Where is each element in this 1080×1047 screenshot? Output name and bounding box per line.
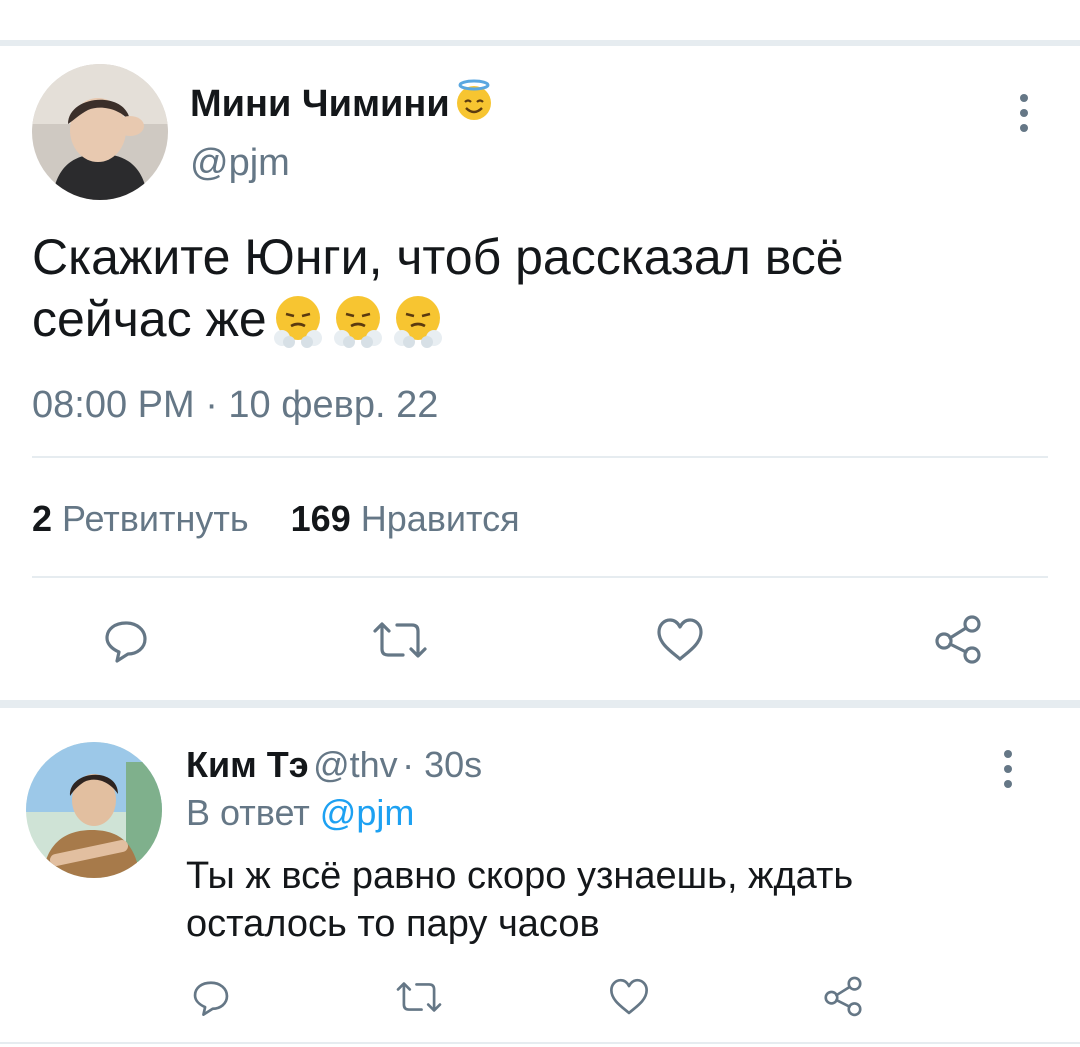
avatar[interactable] xyxy=(32,64,168,200)
like-icon xyxy=(610,978,648,1015)
like-stat[interactable]: 169 Нравится xyxy=(291,498,520,539)
avatar[interactable] xyxy=(26,742,162,878)
section-divider xyxy=(0,700,1080,708)
reply-icon xyxy=(193,981,229,1016)
share-icon xyxy=(824,976,862,1017)
reply-to-line: В ответ @pjm xyxy=(186,792,414,834)
like-count: 169 xyxy=(290,498,351,539)
divider xyxy=(32,456,1048,458)
reply-icon xyxy=(105,621,147,663)
share-icon xyxy=(935,615,981,664)
more-options-icon[interactable] xyxy=(1012,94,1036,132)
retweet-count: 2 xyxy=(32,498,53,539)
like-label: Нравится xyxy=(360,498,520,539)
author-handle[interactable]: @pjm xyxy=(190,142,290,185)
share-button[interactable] xyxy=(928,610,988,668)
tweet-text-line2: сейчас же xyxy=(32,288,1042,364)
reply-header: Ким Тэ @thv · 30s xyxy=(186,744,482,786)
retweet-button[interactable] xyxy=(392,972,446,1022)
smiling-face-with-halo-icon xyxy=(452,78,496,132)
reply-time: · 30s xyxy=(402,744,483,785)
retweet-label: Ретвитнуть xyxy=(62,498,249,539)
top-divider xyxy=(0,40,1080,46)
reply-button[interactable] xyxy=(186,972,236,1022)
bottom-divider xyxy=(0,1042,1080,1044)
face-with-steam-from-nose-icon xyxy=(329,292,387,364)
like-button[interactable] xyxy=(650,612,710,668)
face-with-steam-from-nose-icon xyxy=(269,292,327,364)
like-button[interactable] xyxy=(604,972,654,1022)
face-with-steam-from-nose-icon xyxy=(389,292,447,364)
share-button[interactable] xyxy=(818,970,868,1022)
reply-text-line2: осталось то пару часов xyxy=(186,903,600,945)
reply-author-handle[interactable]: @thv xyxy=(313,744,398,785)
reply-text-line1: Ты ж всё равно скоро узнаешь, ждать xyxy=(186,855,854,897)
author-name[interactable]: Мини Чимини xyxy=(190,78,496,132)
reply-to-handle[interactable]: @pjm xyxy=(320,792,415,833)
reply-author-name[interactable]: Ким Тэ xyxy=(186,744,309,785)
author-name-text: Мини Чимини xyxy=(190,83,450,125)
like-icon xyxy=(657,618,703,661)
tweet-text-line1: Скажите Юнги, чтоб рассказал всё xyxy=(32,229,844,285)
previous-content-strip xyxy=(0,0,1080,40)
tweet-text: Скажите Юнги, чтоб рассказал всё сейчас … xyxy=(32,226,1042,364)
retweet-icon xyxy=(373,622,427,658)
tweet-timestamp[interactable]: 08:00 PM · 10 февр. 22 xyxy=(32,384,438,427)
retweet-button[interactable] xyxy=(368,612,432,668)
reply-text: Ты ж всё равно скоро узнаешь, ждать оста… xyxy=(186,852,1046,948)
more-options-icon[interactable] xyxy=(996,750,1020,788)
reply-to-prefix: В ответ xyxy=(186,792,310,833)
divider xyxy=(32,576,1048,578)
retweet-stat[interactable]: 2 Ретвитнуть xyxy=(32,498,249,539)
retweet-icon xyxy=(396,982,442,1012)
reply-button[interactable] xyxy=(96,612,156,668)
tweet-text-line2-text: сейчас же xyxy=(32,291,267,347)
tweet-stats: 2 Ретвитнуть 169 Нравится xyxy=(32,498,520,540)
